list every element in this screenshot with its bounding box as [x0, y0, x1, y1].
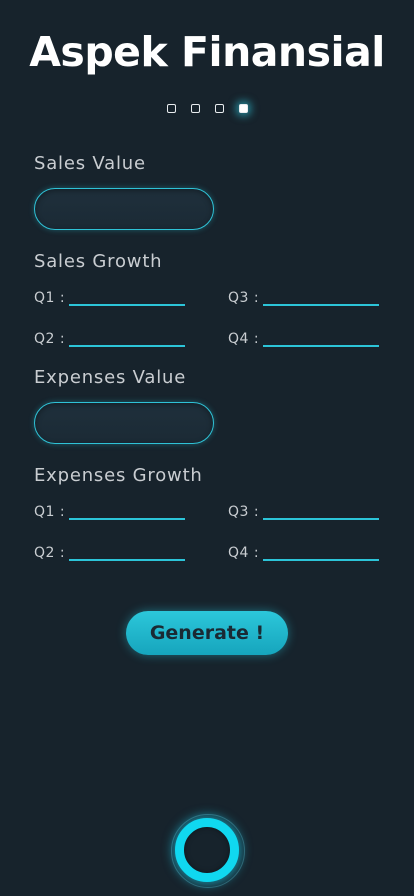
expenses-q2-label: Q2 :	[34, 545, 66, 561]
sales-q4-label: Q4 :	[228, 331, 260, 347]
ring-home-icon[interactable]	[171, 814, 245, 888]
generate-button[interactable]: Generate !	[126, 611, 288, 655]
sales-q1-label: Q1 :	[34, 290, 66, 306]
sales-q2-label: Q2 :	[34, 331, 66, 347]
expenses-q4-label: Q4 :	[228, 545, 260, 561]
sales-value-input[interactable]	[34, 188, 214, 230]
page-dot-3[interactable]	[214, 104, 224, 113]
sales-q4-input[interactable]	[263, 327, 380, 347]
page-dot-4-active[interactable]	[238, 104, 248, 113]
page-indicator	[0, 104, 414, 113]
expenses-q4-field: Q4 :	[228, 541, 380, 561]
page-title: Aspek Finansial	[29, 28, 385, 76]
expenses-q1-field: Q1 :	[34, 500, 186, 520]
sales-q1-input[interactable]	[69, 286, 186, 306]
expenses-q3-field: Q3 :	[228, 500, 380, 520]
expenses-q3-input[interactable]	[263, 500, 380, 520]
sales-q3-field: Q3 :	[228, 286, 380, 306]
sales-q4-field: Q4 :	[228, 327, 380, 347]
sales-q3-label: Q3 :	[228, 290, 260, 306]
expenses-q3-label: Q3 :	[228, 504, 260, 520]
sales-value-label: Sales Value	[34, 153, 146, 174]
expenses-q4-input[interactable]	[263, 541, 380, 561]
sales-q2-field: Q2 :	[34, 327, 186, 347]
sales-q2-input[interactable]	[69, 327, 186, 347]
page-dot-2[interactable]	[190, 104, 200, 113]
expenses-growth-label: Expenses Growth	[34, 465, 203, 486]
expenses-q2-field: Q2 :	[34, 541, 186, 561]
page-dot-1[interactable]	[166, 104, 176, 113]
expenses-value-input[interactable]	[34, 402, 214, 444]
expenses-q1-input[interactable]	[69, 500, 186, 520]
sales-q3-input[interactable]	[263, 286, 380, 306]
expenses-value-label: Expenses Value	[34, 367, 187, 388]
expenses-q2-input[interactable]	[69, 541, 186, 561]
sales-growth-label: Sales Growth	[34, 251, 163, 272]
expenses-q1-label: Q1 :	[34, 504, 66, 520]
sales-q1-field: Q1 :	[34, 286, 186, 306]
